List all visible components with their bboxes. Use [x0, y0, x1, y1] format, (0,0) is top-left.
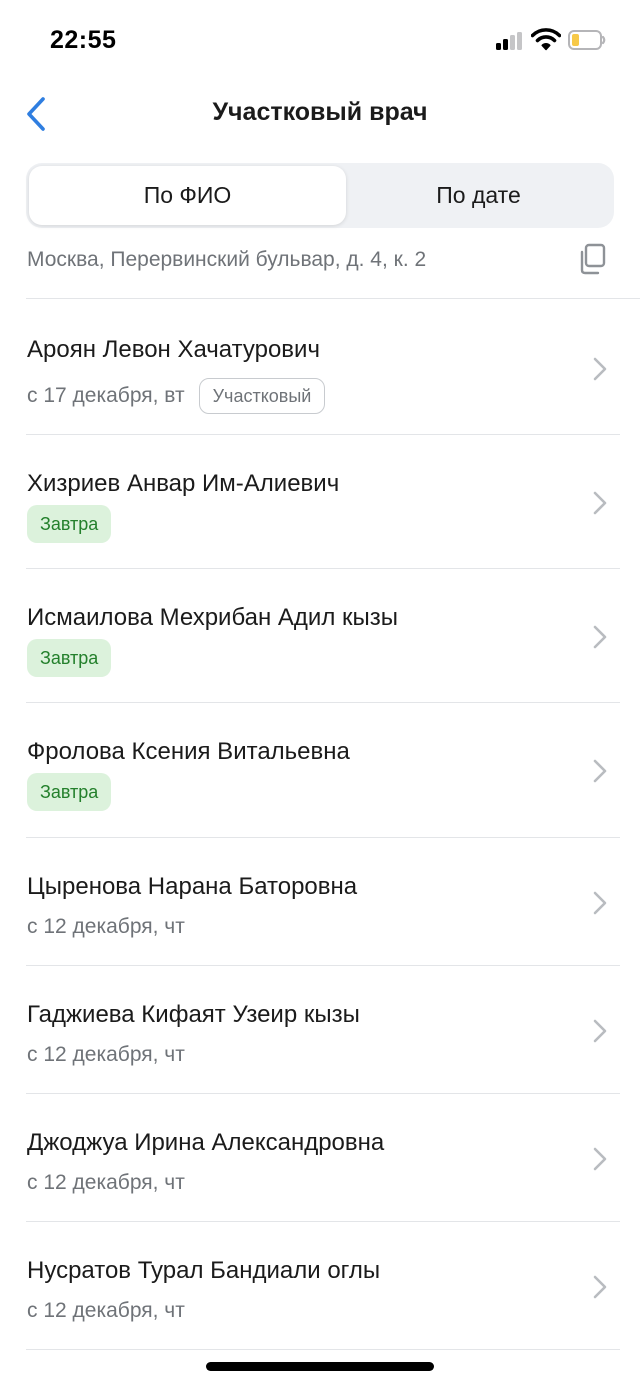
divider [26, 1093, 620, 1094]
available-date: с 12 декабря, чт [27, 1171, 185, 1194]
doctor-name: Хизриев Анвар Им-Алиевич [27, 470, 340, 497]
doctor-name: Исмаилова Мехрибан Адил кызы [27, 604, 399, 631]
chevron-right-icon [593, 891, 607, 915]
available-date: с 12 декабря, чт [27, 1043, 185, 1066]
doctor-list-item[interactable]: Гаджиева Кифаят Узеир кызы с 12 декабря,… [0, 1001, 640, 1093]
doctor-name: Нусратов Турал Бандиали оглы [27, 1257, 381, 1284]
chevron-right-icon [593, 1275, 607, 1299]
doctor-list-item[interactable]: Исмаилова Мехрибан Адил кызы Завтра [0, 604, 640, 702]
available-date: с 12 декабря, чт [27, 1299, 185, 1322]
doctor-list-item[interactable]: Цыренова Нарана Баторовна с 12 декабря, … [0, 873, 640, 965]
doctor-list-item[interactable]: Нусратов Турал Бандиали оглы с 12 декабр… [0, 1257, 640, 1349]
doctor-name: Джоджуа Ирина Александровна [27, 1129, 385, 1156]
clinic-address: Москва, Перервинский бульвар, д. 4, к. 2 [27, 248, 427, 271]
chevron-right-icon [593, 491, 607, 515]
doctor-name: Гаджиева Кифаят Узеир кызы [27, 1001, 360, 1028]
doctor-list-item[interactable]: Джоджуа Ирина Александровна с 12 декабря… [0, 1129, 640, 1221]
divider [26, 1221, 620, 1222]
sort-segmented-control: По ФИО По дате [26, 163, 614, 228]
divider [26, 298, 640, 299]
doctor-name: Цыренова Нарана Баторовна [27, 873, 358, 900]
doctor-list-item[interactable]: Хизриев Анвар Им-Алиевич Завтра [0, 470, 640, 568]
status-badge: Завтра [27, 773, 112, 811]
tab-by-date[interactable]: По дате [346, 166, 611, 225]
divider [26, 837, 620, 838]
doctor-list-item[interactable]: Фролова Ксения Витальевна Завтра [0, 738, 640, 836]
wifi-icon [531, 28, 561, 51]
doctor-list-item[interactable]: Ароян Левон Хачатурович с 17 декабря, вт… [0, 336, 640, 434]
status-badge: Завтра [27, 505, 112, 543]
status-badge: Завтра [27, 639, 112, 677]
divider [26, 568, 620, 569]
available-date: с 17 декабря, вт [27, 384, 185, 407]
status-bar: 22:55 [0, 0, 640, 80]
divider [26, 965, 620, 966]
chevron-right-icon [593, 1019, 607, 1043]
doctor-name: Фролова Ксения Витальевна [27, 738, 350, 765]
divider [26, 434, 620, 435]
chevron-right-icon [593, 625, 607, 649]
available-date: с 12 декабря, чт [27, 915, 185, 938]
chevron-right-icon [593, 1147, 607, 1171]
chevron-right-icon [593, 357, 607, 381]
page-title: Участковый врач [212, 98, 428, 126]
divider [26, 1349, 620, 1350]
chevron-right-icon [593, 759, 607, 783]
divider [26, 702, 620, 703]
home-indicator[interactable] [206, 1362, 434, 1371]
copy-icon[interactable] [576, 242, 608, 276]
role-badge: Участковый [198, 378, 326, 414]
battery-low-icon [568, 30, 606, 50]
tab-by-name[interactable]: По ФИО [29, 166, 346, 225]
doctor-name: Ароян Левон Хачатурович [27, 336, 320, 363]
status-time: 22:55 [50, 26, 117, 54]
cellular-signal-icon [496, 32, 524, 50]
